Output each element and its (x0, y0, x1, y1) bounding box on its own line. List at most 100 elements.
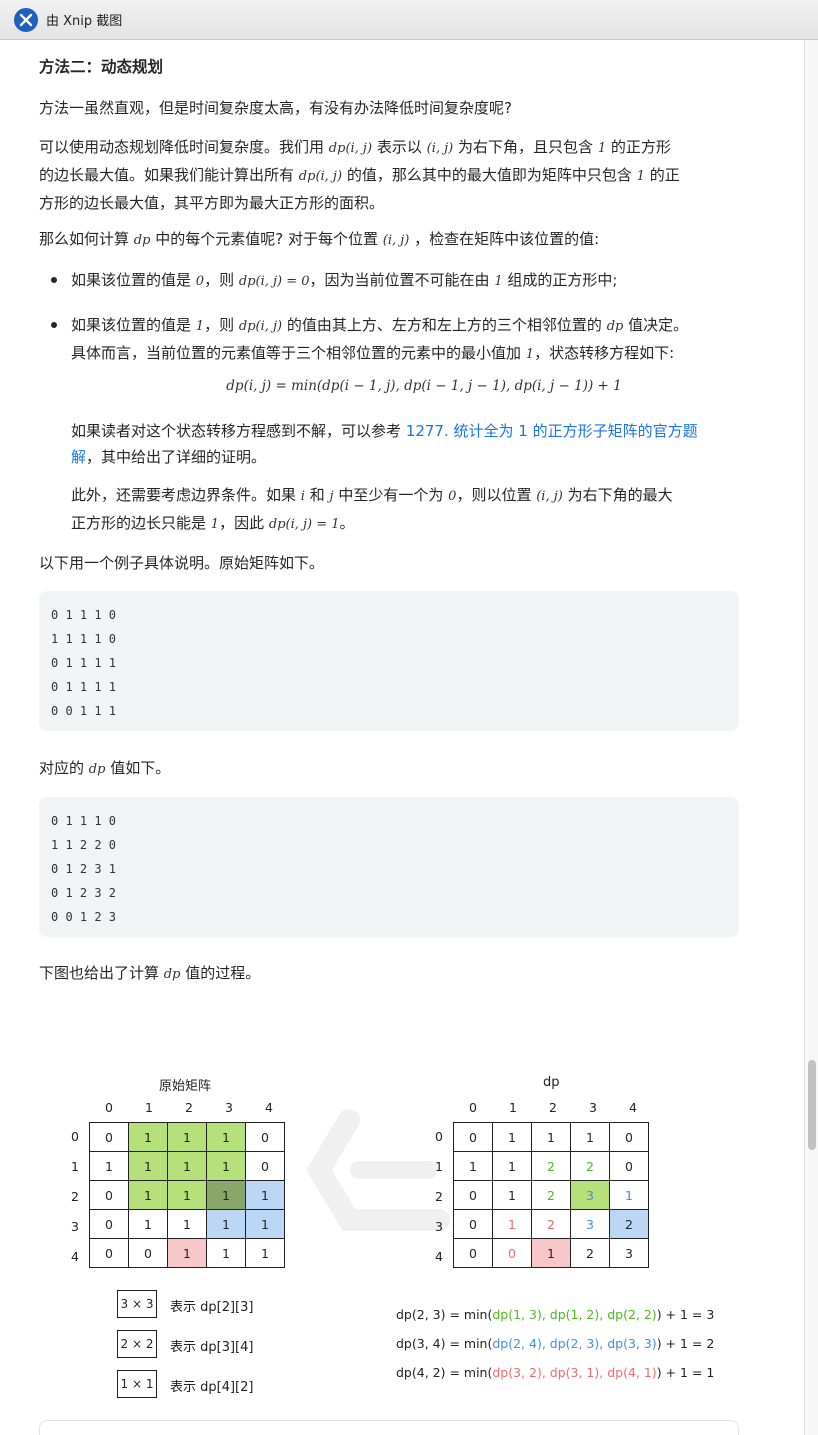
legend-text-1x1: 表示 dp[4][2] (170, 1380, 254, 1395)
text: ，则 (204, 316, 235, 334)
code-line: 0 1 1 1 0 (51, 814, 117, 828)
original-matrix-col-label: 3 (225, 1100, 233, 1115)
text: 正方形的边长只能是 (71, 514, 207, 532)
math-dp-eq1: dp(i, j) = 1 (268, 517, 340, 532)
original-matrix-cell: 1 (206, 1122, 246, 1152)
paragraph-dp-definition: 可以使用动态规划降低时间复杂度。我们用 dp(i, j) 表示以 (i, j) … (39, 134, 739, 216)
dp-matrix-cell: 0 (609, 1122, 649, 1152)
original-matrix-row-label: 1 (71, 1159, 79, 1174)
dp-matrix-cell: 0 (453, 1122, 493, 1152)
math-dp-ij: dp(i, j) (328, 141, 373, 156)
original-matrix-cell: 1 (128, 1122, 168, 1152)
bullet-dot (51, 322, 57, 328)
paragraph-example-intro: 以下用一个例子具体说明。原始矩阵如下。 (39, 550, 739, 576)
code-line: 1 1 1 1 0 (51, 632, 117, 646)
paragraph-reference: 如果读者对这个状态转移方程感到不解，可以参考 1277. 统计全为 1 的正方形… (71, 418, 741, 470)
paragraph-figure-intro: 下图也给出了计算 dp 值的过程。 (39, 960, 739, 988)
vertical-scrollbar[interactable] (804, 40, 818, 1435)
equation-rhs: ) + 1 = 3 (656, 1307, 715, 1322)
math-one: 1 (636, 169, 645, 184)
bullet-item-zero: 如果该位置的值是 0，则 dp(i, j) = 0，因为当前位置不可能在由 1 … (71, 267, 741, 295)
problem-1277-link[interactable]: 1277. 统计全为 1 的正方形子矩阵的官方题 (406, 422, 698, 440)
original-matrix-cell: 1 (167, 1238, 207, 1268)
original-matrix-cell: 1 (167, 1151, 207, 1181)
legend-box-2x2: 2 × 2 (117, 1330, 157, 1358)
text: 如果该位置的值是 (71, 316, 192, 334)
text: 为右下角的最大 (567, 486, 673, 504)
equation-dp-2-3: dp(2, 3) = min(dp(1, 3), dp(1, 2), dp(2,… (396, 1307, 714, 1322)
math-dp: dp (88, 762, 106, 777)
dp-matrix-cell: 0 (609, 1151, 649, 1181)
code-block-dp-matrix[interactable]: 0 1 1 1 0 1 1 2 2 0 0 1 2 3 1 0 1 2 3 2 … (39, 797, 739, 937)
math-dp-eq0: dp(i, j) = 0 (238, 274, 310, 289)
math-dp-ij: dp(i, j) (238, 319, 283, 334)
text: 具体而言，当前位置的元素值等于三个相邻位置的元素中的最小值加 (71, 344, 522, 362)
equation-dp-4-2: dp(4, 2) = min(dp(3, 2), dp(3, 1), dp(4,… (396, 1365, 714, 1380)
equation-args: dp(1, 3), dp(1, 2), dp(2, 2) (492, 1307, 657, 1322)
original-matrix-cell: 1 (245, 1180, 285, 1210)
original-matrix-cell: 0 (89, 1122, 129, 1152)
math-ij: (i, j) (536, 489, 563, 504)
dp-matrix-cell: 3 (609, 1238, 649, 1268)
text: 那么如何计算 (39, 230, 130, 248)
text: 下图也给出了计算 (39, 964, 160, 982)
equation-dp-3-4: dp(3, 4) = min(dp(2, 4), dp(2, 3), dp(3,… (396, 1336, 714, 1351)
section-heading: 方法二：动态规划 (39, 58, 164, 76)
problem-1277-link-continued[interactable]: 解 (71, 448, 86, 466)
dp-matrix-cell: 2 (609, 1209, 649, 1239)
dp-matrix-cell: 2 (570, 1238, 610, 1268)
transition-formula: dp(i, j) = min(dp(i − 1, j), dp(i − 1, j… (226, 378, 622, 394)
text: 方法一虽然直观，但是时间复杂度太高，有没有办法降低时间复杂度呢? (39, 99, 512, 117)
original-matrix-cell: 1 (167, 1180, 207, 1210)
original-matrix-cell: 0 (128, 1238, 168, 1268)
original-matrix-row-label: 2 (71, 1189, 79, 1204)
text: 方形的边长最大值，其平方即为最大正方形的面积。 (39, 194, 385, 212)
dp-matrix-cell: 0 (492, 1238, 532, 1268)
original-matrix-cell: 1 (206, 1209, 246, 1239)
dp-matrix-cell: 2 (531, 1151, 571, 1181)
math-dp: dp (133, 233, 151, 248)
legend-text-2x2: 表示 dp[3][4] (170, 1340, 254, 1355)
dp-matrix-col-label: 3 (589, 1100, 597, 1115)
dp-matrix-title: dp (543, 1075, 560, 1090)
text: 值决定。 (628, 316, 689, 334)
equation-rhs: ) + 1 = 2 (656, 1336, 715, 1351)
original-matrix-cell: 1 (167, 1209, 207, 1239)
original-matrix-cell: 1 (167, 1122, 207, 1152)
dp-matrix-cell: 2 (531, 1180, 571, 1210)
code-line: 0 1 1 1 0 (51, 608, 117, 622)
text: 对应的 (39, 759, 85, 777)
dp-matrix-cell: 0 (453, 1180, 493, 1210)
dp-matrix-cell: 1 (492, 1209, 532, 1239)
text: 的值由其上方、左方和左上方的三个相邻位置的 (286, 316, 602, 334)
equation-lhs: dp(3, 4) = min( (396, 1336, 493, 1351)
text: 的值，那么其中的最大值即为矩阵中只包含 (346, 166, 632, 184)
next-section-card (39, 1420, 739, 1435)
original-matrix-cell: 1 (245, 1238, 285, 1268)
original-matrix-col-label: 2 (185, 1100, 193, 1115)
code-block-original-matrix[interactable]: 0 1 1 1 0 1 1 1 1 0 0 1 1 1 1 0 1 1 1 1 … (39, 591, 739, 731)
original-matrix-cell: 1 (128, 1151, 168, 1181)
math-dp: dp (606, 319, 624, 334)
text: 表示以 (376, 138, 422, 156)
paragraph-boundary: 此外，还需要考虑边界条件。如果 i 和 j 中至少有一个为 0，则以位置 (i,… (71, 482, 741, 538)
text: 可以使用动态规划降低时间复杂度。我们用 (39, 138, 325, 156)
window-title: 由 Xnip 截图 (46, 14, 123, 29)
paragraph-dp-intro: 对应的 dp 值如下。 (39, 755, 739, 783)
original-matrix-cell: 1 (128, 1209, 168, 1239)
text: 此外，还需要考虑边界条件。如果 (71, 486, 297, 504)
text: 的正 (649, 166, 680, 184)
code-line: 0 1 2 3 2 (51, 886, 117, 900)
original-matrix-cell: 1 (206, 1180, 246, 1210)
original-matrix-col-label: 4 (265, 1100, 273, 1115)
paragraph-how-to-compute: 那么如何计算 dp 中的每个元素值呢? 对于每个位置 (i, j) ，检查在矩阵… (39, 226, 739, 254)
dp-matrix-cell: 2 (531, 1209, 571, 1239)
original-matrix-cell: 1 (245, 1209, 285, 1239)
math-dp: dp (163, 967, 181, 982)
equation-args: dp(2, 4), dp(2, 3), dp(3, 3) (492, 1336, 657, 1351)
bullet-dot (51, 277, 57, 283)
scrollbar-thumb[interactable] (808, 1060, 816, 1150)
original-matrix-row-label: 4 (71, 1249, 79, 1264)
original-matrix-row-label: 0 (71, 1129, 79, 1144)
math-i: i (300, 489, 305, 504)
